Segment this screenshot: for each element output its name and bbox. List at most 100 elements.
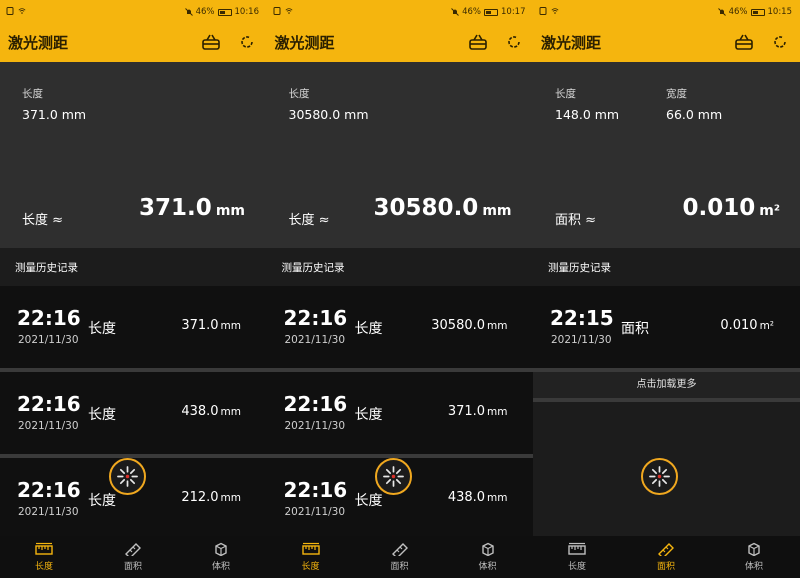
result-value: 0.010 m² [683, 195, 781, 221]
nav-length[interactable]: 长度 [281, 542, 341, 572]
history-row[interactable]: 22:16 2021/11/30 长度 371.0 mm [266, 372, 534, 454]
field-label: 长度 [22, 88, 43, 100]
record-number: 371.0 [447, 404, 486, 419]
record-type: 面积 [621, 321, 649, 337]
nav-length[interactable]: 长度 [547, 542, 607, 572]
battery-percent: 46% [195, 7, 215, 17]
nav-length[interactable]: 长度 [14, 542, 74, 572]
record-time: 22:16 [283, 478, 348, 502]
nav-label: 长度 [567, 562, 586, 572]
nav-label: 面积 [656, 562, 675, 572]
record-type: 长度 [354, 493, 383, 509]
record-unit: m² [759, 320, 774, 332]
record-value: 438.0 mm [181, 404, 241, 419]
record-type: 长度 [88, 321, 116, 337]
nav-label: 长度 [34, 562, 53, 572]
nav-label: 面积 [390, 562, 409, 572]
nav-volume[interactable]: 体积 [191, 542, 251, 572]
refresh-icon[interactable] [240, 35, 254, 49]
volume-icon [748, 542, 760, 556]
record-type: 长度 [88, 407, 116, 423]
battery-percent: 46% [728, 7, 748, 17]
history-row[interactable]: 22:15 2021/11/30 面积 0.010 m² [533, 286, 800, 368]
battery-icon [750, 8, 765, 16]
history-row[interactable]: 22:16 2021/11/30 长度 438.0 mm [0, 372, 267, 454]
result-label: 面积 ≈ [555, 213, 597, 228]
basket-icon[interactable] [467, 31, 489, 53]
record-date: 2021/11/30 [284, 506, 346, 518]
record-number: 30580.0 [431, 318, 486, 333]
history-title: 测量历史记录 [281, 262, 345, 274]
record-number: 371.0 [181, 318, 219, 333]
field-value: 371.0 mm [22, 107, 87, 122]
record-time: 22:16 [17, 306, 81, 330]
record-type: 长度 [88, 493, 116, 509]
laser-measure-button[interactable] [109, 458, 146, 495]
basket-icon[interactable] [200, 31, 222, 53]
result-unit: mm [215, 203, 245, 219]
measurement-panel: 长度 30580.0 mm 长度 ≈ 30580.0 mm [266, 62, 534, 248]
record-date: 2021/11/30 [284, 420, 346, 432]
battery-icon [484, 8, 498, 16]
status-time: 10:16 [234, 7, 260, 17]
wifi-icon [18, 8, 26, 14]
record-unit: mm [220, 406, 241, 418]
result-value: 371.0 mm [139, 195, 245, 221]
status-bar: 46% 10:15 [533, 0, 800, 24]
app-title: 激光测距 [541, 34, 602, 52]
result-number: 371.0 [139, 195, 212, 221]
nav-volume[interactable]: 体积 [458, 542, 518, 572]
ruler-icon [35, 542, 53, 555]
battery-percent: 46% [462, 7, 481, 17]
sim-icon [539, 7, 547, 15]
status-time: 10:17 [501, 7, 526, 17]
mute-icon [717, 8, 726, 16]
area-icon [125, 543, 141, 556]
history-row[interactable]: 22:16 2021/11/30 长度 371.0 mm [0, 286, 267, 368]
area-icon [391, 543, 408, 556]
record-number: 212.0 [181, 490, 219, 505]
record-date: 2021/11/30 [18, 334, 79, 346]
nav-label: 体积 [744, 562, 763, 572]
basket-icon[interactable] [733, 31, 755, 53]
nav-label: 面积 [123, 562, 142, 572]
history-title: 测量历史记录 [548, 262, 611, 274]
field-label: 宽度 [666, 88, 687, 100]
record-value: 371.0 mm [181, 318, 241, 333]
record-unit: mm [487, 320, 508, 332]
nav-volume[interactable]: 体积 [724, 542, 784, 572]
mute-icon [184, 8, 193, 16]
area-icon [658, 543, 674, 556]
app-bar: 激光测距 [266, 24, 534, 62]
result-number: 0.010 [682, 195, 756, 221]
record-value: 0.010 m² [720, 318, 774, 333]
refresh-icon[interactable] [773, 35, 787, 49]
laser-measure-button[interactable] [641, 458, 678, 495]
app-title: 激光测距 [8, 34, 69, 52]
history-row[interactable]: 22:16 2021/11/30 长度 30580.0 mm [266, 286, 534, 368]
status-bar: 46% 10:16 [0, 0, 267, 24]
history-title: 测量历史记录 [15, 262, 78, 274]
field-value: 66.0 mm [666, 107, 723, 122]
refresh-icon[interactable] [507, 35, 521, 49]
result-unit: mm [482, 203, 512, 219]
result-label: 长度 ≈ [22, 213, 64, 228]
record-number: 0.010 [720, 318, 758, 333]
nav-area[interactable]: 面积 [370, 542, 430, 572]
load-more-button[interactable]: 点击加载更多 [533, 372, 800, 398]
record-number: 438.0 [181, 404, 219, 419]
mute-icon [451, 8, 459, 16]
nav-area[interactable]: 面积 [103, 542, 163, 572]
result-value: 30580.0 mm [374, 195, 512, 221]
laser-measure-button[interactable] [374, 458, 412, 495]
record-type: 长度 [354, 321, 383, 337]
screen-length-1: 46% 10:16 激光测距 长度 371.0 mm 长度 ≈ 371.0 mm … [0, 0, 267, 578]
record-value: 30580.0 mm [431, 318, 507, 333]
record-date: 2021/11/30 [551, 334, 612, 346]
nav-label: 体积 [478, 562, 497, 572]
nav-area[interactable]: 面积 [636, 542, 696, 572]
result-unit: m² [759, 203, 780, 219]
volume-icon [481, 542, 494, 556]
record-unit: mm [220, 492, 241, 504]
field-label: 长度 [288, 88, 310, 100]
